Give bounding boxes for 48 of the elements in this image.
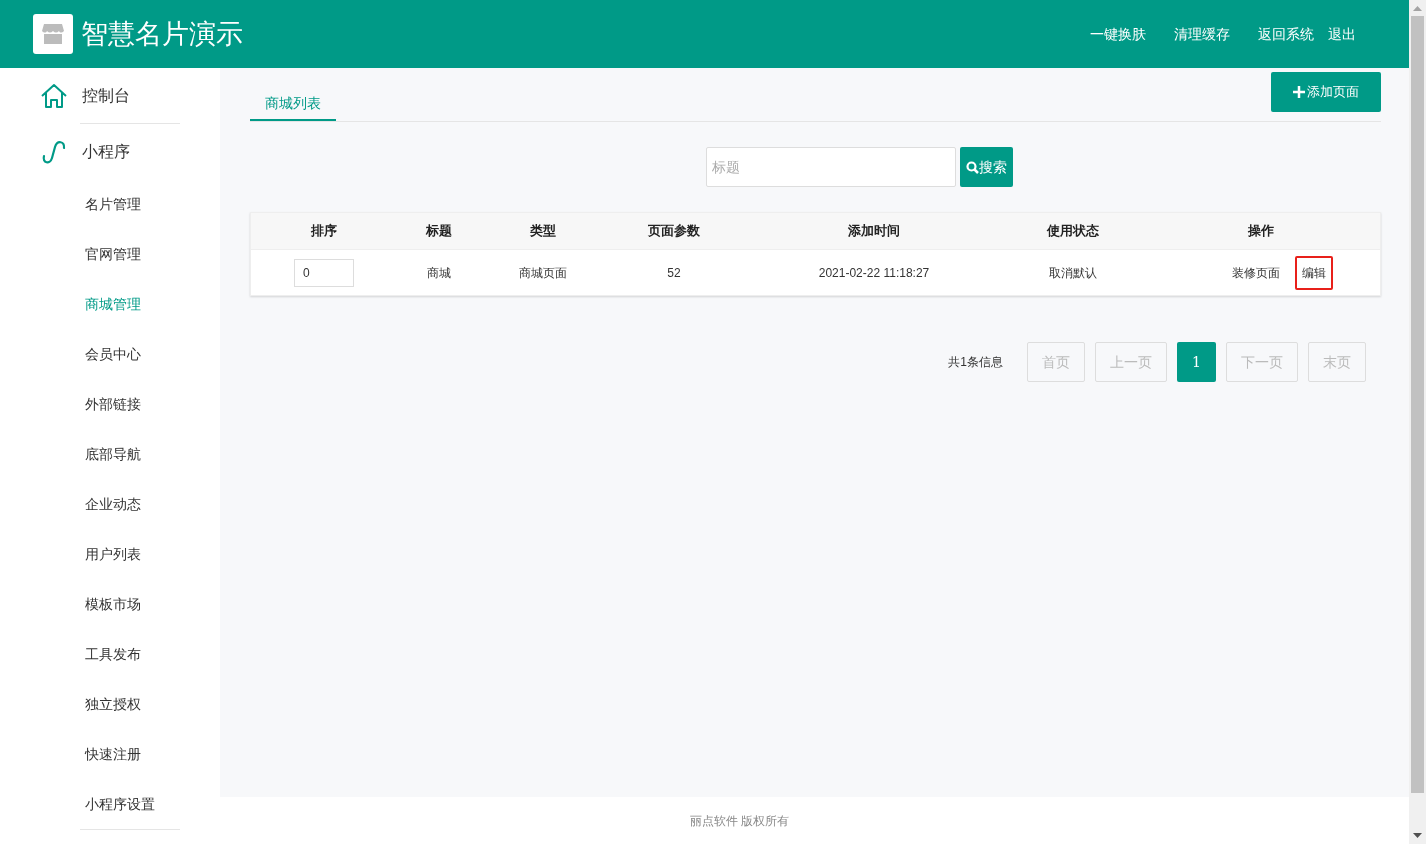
action-link[interactable]: 装修页面 [1224, 255, 1287, 290]
sidebar-subitem[interactable]: 名片管理 [0, 179, 220, 229]
table-cell-text: 2021-02-22 11:18:27 [817, 264, 931, 282]
total-count: 共1条信息 [948, 354, 1003, 371]
app-title: 智慧名片演示 [81, 17, 243, 51]
header-link[interactable]: 返回系统 [1258, 23, 1314, 45]
sidebar-subitem[interactable]: 企业动态 [0, 479, 220, 529]
scroll-down-icon [1413, 833, 1422, 838]
sidebar-subitem[interactable]: 小程序设置 [0, 779, 220, 829]
sidebar-subitem[interactable]: 商城管理 [0, 279, 220, 329]
add-page-button[interactable]: 添加页面 [1271, 72, 1381, 112]
home-icon [40, 81, 68, 110]
header-link[interactable]: 清理缓存 [1174, 23, 1230, 45]
column-header: 使用状态 [1045, 222, 1100, 241]
sidebar-subitem[interactable]: 模板市场 [0, 579, 220, 629]
sidebar-subitem[interactable]: 官网管理 [0, 229, 220, 279]
column-header: 标题 [425, 222, 453, 241]
header-link[interactable]: 一键换肤 [1090, 23, 1146, 45]
action-link[interactable]: 编辑 [1294, 255, 1333, 290]
sidebar-subitem[interactable]: 底部导航 [0, 429, 220, 479]
column-header: 操作 [1246, 222, 1275, 241]
column-header: 类型 [529, 222, 557, 241]
column-header: 排序 [310, 222, 338, 241]
header-link[interactable]: 退出 [1328, 23, 1356, 45]
search-field[interactable]: 标题 [706, 147, 956, 187]
plus-icon [1293, 86, 1305, 98]
column-header: 添加时间 [847, 222, 901, 241]
table-cell-text: 商城页面 [518, 264, 568, 282]
scroll-thumb[interactable] [1411, 16, 1424, 793]
sidebar-subitem[interactable]: 工具发布 [0, 629, 220, 679]
sidebar-subitem[interactable]: 快速注册 [0, 729, 220, 779]
copyright-text: 丽点软件 版权所有 [689, 812, 790, 830]
sort-input[interactable]: 0 [294, 258, 354, 287]
scroll-up-icon [1413, 6, 1422, 11]
search-button[interactable]: 搜索 [960, 147, 1013, 187]
table-cell-text: 52 [666, 264, 682, 282]
table-cell-text: 商城 [426, 264, 452, 282]
sidebar-subitem[interactable]: 用户列表 [0, 529, 220, 579]
page-button[interactable]: 1 [1177, 342, 1216, 382]
sidebar-subitem[interactable]: 独立授权 [0, 679, 220, 729]
sidebar-subitem[interactable]: 外部链接 [0, 379, 220, 429]
store-logo-icon [33, 14, 73, 54]
search-icon [966, 160, 979, 174]
sidebar-item[interactable]: 控制台 [0, 68, 220, 123]
status-link[interactable]: 取消默认 [1005, 263, 1141, 282]
sidebar-subitem[interactable]: 会员中心 [0, 329, 220, 379]
column-header: 页面参数 [647, 222, 701, 241]
sidebar-item[interactable]: 小程序 [0, 124, 220, 179]
